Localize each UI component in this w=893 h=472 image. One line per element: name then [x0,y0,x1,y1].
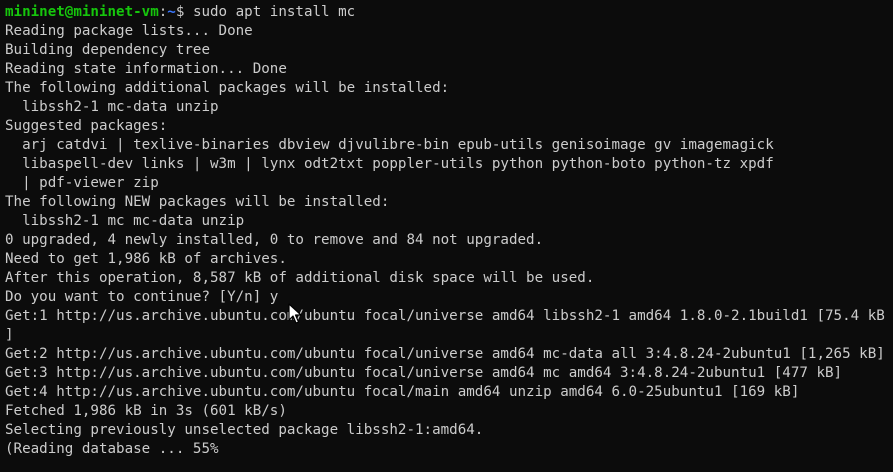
output-line: Reading state information... Done [5,61,287,77]
output-line: Need to get 1,986 kB of archives. [5,251,287,267]
prompt-user-host: mininet@mininet-vm [5,4,159,20]
terminal-window[interactable]: mininet@mininet-vm:~$ sudo apt install m… [0,0,893,472]
output-line: Fetched 1,986 kB in 3s (601 kB/s) [5,403,287,419]
output-line: Selecting previously unselected package … [5,422,484,438]
output-line: The following additional packages will b… [5,80,450,96]
output-line: libssh2-1 mc-data unzip [5,99,219,115]
prompt-symbol: $ [175,4,193,20]
output-line: Get:4 http://us.archive.ubuntu.com/ubunt… [5,384,800,400]
output-line: 0 upgraded, 4 newly installed, 0 to remo… [5,232,544,248]
output-line: arj catdvi | texlive-binaries dbview djv… [5,137,774,153]
output-line: Get:3 http://us.archive.ubuntu.com/ubunt… [5,365,843,381]
output-line: Get:2 http://us.archive.ubuntu.com/ubunt… [5,346,885,362]
output-line: libaspell-dev links | w3m | lynx odt2txt… [5,156,774,172]
prompt-line: mininet@mininet-vm:~$ sudo apt install m… [5,3,893,22]
output-line: Get:1 http://us.archive.ubuntu.com/ubunt… [5,308,885,324]
output-line: The following NEW packages will be insta… [5,194,390,210]
output-line: (Reading database ... 55% [5,441,219,457]
output-line: After this operation, 8,587 kB of additi… [5,270,595,286]
output-line: | pdf-viewer zip [5,175,159,191]
window-edge [887,0,893,472]
output-line: ] [5,327,14,343]
output-line: Reading package lists... Done [5,23,253,39]
prompt-separator: : [158,4,168,20]
prompt-command: sudo apt install mc [192,4,356,20]
output-line: Building dependency tree [5,42,210,58]
output-line: Do you want to continue? [Y/n] y [5,289,279,305]
output-line: Suggested packages: [5,118,168,134]
mouse-pointer-icon [288,303,302,324]
prompt-path: ~ [167,4,176,20]
output-line: libssh2-1 mc mc-data unzip [5,213,245,229]
